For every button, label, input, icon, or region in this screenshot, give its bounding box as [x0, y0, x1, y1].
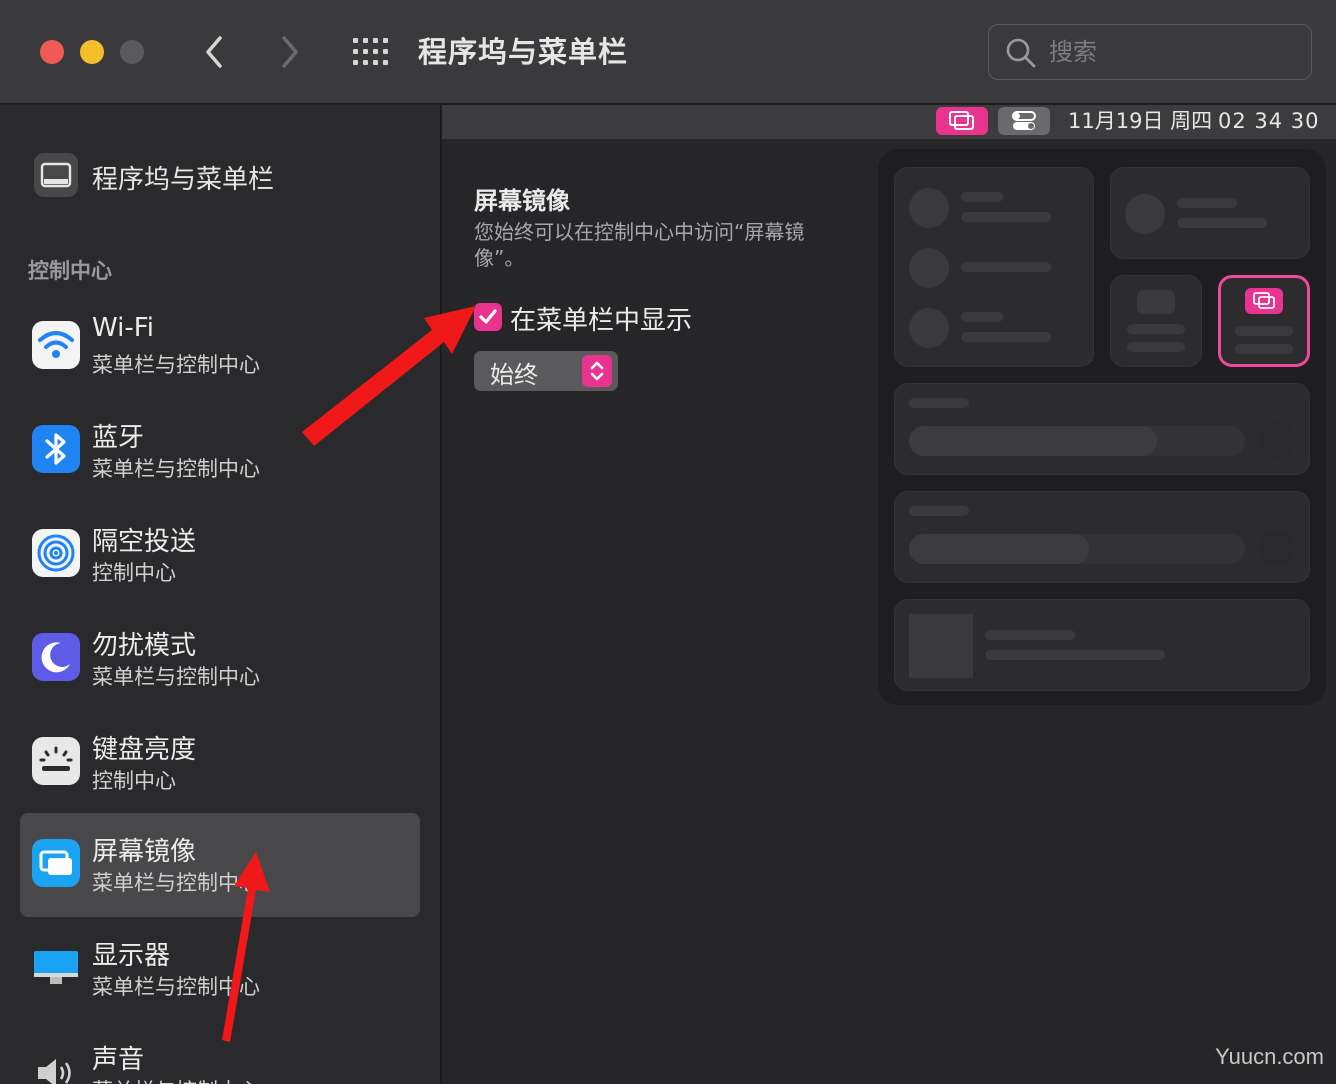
sidebar-item-subtitle: 菜单栏与控制中心: [92, 665, 260, 689]
display-icon: [32, 943, 80, 991]
sidebar-item-bluetooth[interactable]: 蓝牙 菜单栏与控制中心: [20, 399, 420, 503]
cc-now-playing-tile: [894, 599, 1310, 691]
sidebar-item-title: 键盘亮度: [92, 735, 197, 765]
window-titlebar: 程序坞与菜单栏: [0, 0, 1336, 104]
sidebar-item-title: 声音: [92, 1045, 145, 1075]
sidebar-item-title: 勿扰模式: [92, 631, 197, 661]
minimize-button[interactable]: [80, 40, 104, 64]
checkmark-icon: [479, 309, 497, 324]
menubar-screen-mirroring-icon: [936, 107, 988, 135]
sidebar-item-title: 显示器: [92, 941, 171, 971]
search-field[interactable]: [988, 24, 1312, 80]
menubar-date: 11月19日 周四: [1068, 109, 1213, 133]
sidebar-item-display[interactable]: 显示器 菜单栏与控制中心: [20, 917, 420, 1021]
close-button[interactable]: [40, 40, 64, 64]
cc-dnd-tile: [1110, 167, 1310, 259]
search-input[interactable]: [1049, 35, 1289, 69]
sidebar-item-screen-mirroring[interactable]: 屏幕镜像 菜单栏与控制中心: [20, 813, 420, 917]
show-in-menubar-label[interactable]: 在菜单栏中显示: [510, 300, 692, 337]
sidebar: 程序坞与菜单栏 控制中心 Wi-Fi 菜单栏与控制中心 蓝牙 菜单栏与控制中心 …: [0, 105, 441, 1084]
show-in-menubar-checkbox[interactable]: [474, 303, 502, 331]
window-title: 程序坞与菜单栏: [418, 35, 629, 69]
airdrop-icon: [32, 529, 80, 577]
sidebar-item-subtitle: 菜单栏与控制中心: [92, 1075, 260, 1084]
sidebar-item-airdrop[interactable]: 隔空投送 控制中心: [20, 503, 420, 607]
sidebar-item-subtitle: 菜单栏与控制中心: [92, 353, 260, 377]
cc-screen-mirroring-tile: [1218, 275, 1310, 367]
sidebar-item-keyboard-brightness[interactable]: 键盘亮度 控制中心: [20, 711, 420, 815]
menubar-time: 02 34 30: [1218, 109, 1320, 133]
cc-connectivity-tile: [894, 167, 1094, 367]
screen-mirroring-icon: [32, 839, 80, 887]
moon-icon: [32, 633, 80, 681]
watermark: Yuucn.com: [1215, 1044, 1324, 1069]
sidebar-item-title: 蓝牙: [92, 423, 145, 453]
section-title: 屏幕镜像: [474, 187, 570, 215]
sidebar-item-title: 屏幕镜像: [92, 837, 197, 867]
popup-value: 始终: [490, 361, 538, 389]
show-all-grid-icon[interactable]: [350, 34, 390, 70]
wifi-icon: [32, 321, 80, 369]
sidebar-section-header: 控制中心: [28, 259, 112, 283]
forward-icon[interactable]: [272, 30, 306, 74]
sidebar-item-dock-menubar[interactable]: 程序坞与菜单栏: [20, 145, 420, 209]
sidebar-item-title: Wi-Fi: [92, 313, 155, 343]
cc-sound-tile: [894, 491, 1310, 583]
sidebar-item-subtitle: 菜单栏与控制中心: [92, 871, 260, 895]
cc-keyboard-tile: [1110, 275, 1202, 367]
sidebar-item-subtitle: 控制中心: [92, 769, 176, 793]
menubar-control-center-icon: [998, 107, 1050, 135]
sidebar-item-do-not-disturb[interactable]: 勿扰模式 菜单栏与控制中心: [20, 607, 420, 711]
menubar-preview: 11月19日 周四 02 34 30: [442, 105, 1336, 139]
search-icon: [1006, 38, 1036, 68]
sidebar-item-subtitle: 菜单栏与控制中心: [92, 457, 260, 481]
visibility-popup-button[interactable]: 始终: [474, 351, 618, 391]
speaker-icon: [32, 1047, 80, 1084]
bluetooth-icon: [32, 425, 80, 473]
cc-screen-mirroring-icon: [1245, 288, 1283, 314]
sidebar-item-title: 隔空投送: [92, 527, 197, 557]
sidebar-item-sound[interactable]: 声音 菜单栏与控制中心: [20, 1021, 420, 1084]
detail-pane: 11月19日 周四 02 34 30 屏幕镜像 您始终可以在控制中心中访问“屏幕…: [442, 105, 1336, 1084]
sidebar-item-wifi[interactable]: Wi-Fi 菜单栏与控制中心: [20, 295, 420, 399]
sidebar-item-subtitle: 控制中心: [92, 561, 176, 585]
cc-display-tile: [894, 383, 1310, 475]
keyboard-brightness-icon: [32, 737, 80, 785]
control-center-preview: [878, 149, 1326, 705]
up-down-chevron-icon: [582, 355, 612, 387]
dock-menubar-icon: [34, 153, 78, 197]
back-icon[interactable]: [198, 30, 232, 74]
sidebar-item-label: 程序坞与菜单栏: [92, 165, 275, 195]
zoom-button[interactable]: [120, 40, 144, 64]
section-description: 您始终可以在控制中心中访问“屏幕镜像”。: [474, 220, 805, 270]
sidebar-item-subtitle: 菜单栏与控制中心: [92, 975, 260, 999]
